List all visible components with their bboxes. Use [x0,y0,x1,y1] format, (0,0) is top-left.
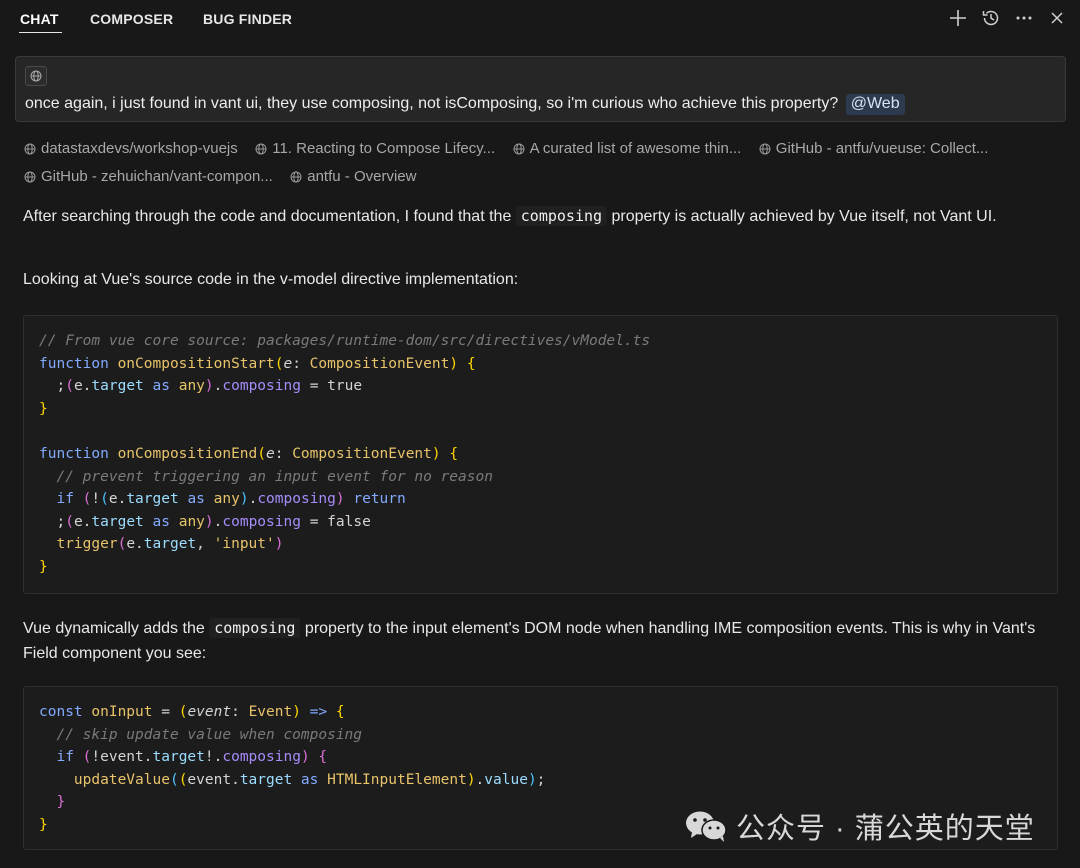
answer-text: Vue dynamically adds the [23,620,210,637]
code-comment: // prevent triggering an input event for… [39,466,1057,489]
source-link[interactable]: GitHub - zehuichan/vant-compon... [24,168,273,185]
answer-text: property is actually achieved by Vue its… [607,208,997,225]
user-message-body: once again, i just found in vant ui, the… [25,95,839,112]
function-name: onCompositionStart [117,355,275,372]
answer-text: After searching through the code and doc… [23,208,516,225]
tab-composer[interactable]: COMPOSER [90,11,173,27]
source-label: 11. Reacting to Compose Lifecy... [272,140,496,157]
globe-icon [24,143,36,154]
code-comment: // From vue core source: packages/runtim… [39,333,651,349]
active-tab-indicator [19,32,62,33]
answer-paragraph-3: Vue dynamically adds the composing prope… [23,616,1063,666]
function-call-name: updateValue [73,771,170,788]
source-label: antfu - Overview [307,168,417,185]
close-icon[interactable] [1047,8,1067,28]
type-name: HTMLInputElement [327,771,467,788]
type-name: CompositionEvent [309,355,450,372]
source-link[interactable]: antfu - Overview [290,168,416,185]
inline-code: composing [209,618,301,638]
sources-row-1: datastaxdevs/workshop-vuejs 11. Reacting… [24,140,1064,168]
code-line: if (!(e.target as any).composing) return [39,491,406,508]
globe-icon [24,171,36,182]
answer-paragraph-2: Looking at Vue's source code in the v-mo… [23,271,519,288]
sources-row-2: GitHub - zehuichan/vant-compon... antfu … [24,168,1064,196]
source-link[interactable]: 11. Reacting to Compose Lifecy... [255,140,495,157]
inline-code: composing [515,206,608,226]
tab-bug-finder[interactable]: BUG FINDER [203,11,292,27]
code-line: } [39,400,48,417]
source-link[interactable]: datastaxdevs/workshop-vuejs [24,140,238,157]
panel-header: CHAT COMPOSER BUG FINDER [0,0,1080,40]
code-line: } [39,558,48,575]
source-label: GitHub - antfu/vueuse: Collect... [775,140,989,157]
history-icon[interactable] [981,8,1001,28]
watermark-text: 公众号 · 蒲公英的天堂 [736,813,1035,845]
globe-icon [290,171,302,182]
code-comment-text: // prevent triggering an input event for… [56,468,493,485]
code-comment-text: // skip update value when composing [56,726,363,743]
globe-icon [255,143,267,154]
code-line: trigger(e.target, 'input') [39,536,284,553]
source-label: A curated list of awesome thin... [529,140,742,157]
code-line: function onCompositionStart(e: Compositi… [39,355,476,372]
type-name: Event [248,704,293,720]
tab-chat[interactable]: CHAT [20,11,59,27]
wechat-icon [686,811,727,842]
code-line: ;(e.target as any).composing = false [39,513,371,530]
function-name: onInput [91,704,153,720]
code-line: const onInput = (event: Event) => { [39,704,345,720]
globe-icon [513,143,525,154]
globe-icon [759,143,771,154]
code-block-vmodel[interactable]: // From vue core source: packages/runtim… [23,315,1058,594]
source-label: GitHub - zehuichan/vant-compon... [41,168,273,185]
web-sources: datastaxdevs/workshop-vuejs 11. Reacting… [24,140,1064,196]
type-name: CompositionEvent [292,445,432,462]
answer-paragraph-1: After searching through the code and doc… [23,204,1063,230]
function-name: onCompositionEnd [117,445,258,462]
code-line: if (!event.target!.composing) { [39,749,328,766]
string-literal: 'input' [213,536,275,553]
watermark: 公众号 · 蒲公英的天堂 [684,806,1035,846]
globe-icon[interactable] [25,66,47,86]
more-icon[interactable] [1014,8,1034,28]
code-line: ;(e.target as any).composing = true [39,378,363,395]
function-call: updateValue [39,772,170,788]
plus-icon[interactable] [948,8,968,28]
user-message-text: once again, i just found in vant ui, the… [25,94,905,115]
source-label: datastaxdevs/workshop-vuejs [41,140,238,157]
source-link[interactable]: A curated list of awesome thin... [513,140,742,157]
code-comment: // skip update value when composing [39,724,1057,747]
web-tag[interactable]: @Web [845,94,905,115]
source-link[interactable]: GitHub - antfu/vueuse: Collect... [759,140,989,157]
code-line: updateValue((event.target as HTMLInputEl… [39,769,1057,792]
code-line: function onCompositionEnd(e: Composition… [39,445,459,462]
user-message[interactable]: once again, i just found in vant ui, the… [15,56,1066,122]
